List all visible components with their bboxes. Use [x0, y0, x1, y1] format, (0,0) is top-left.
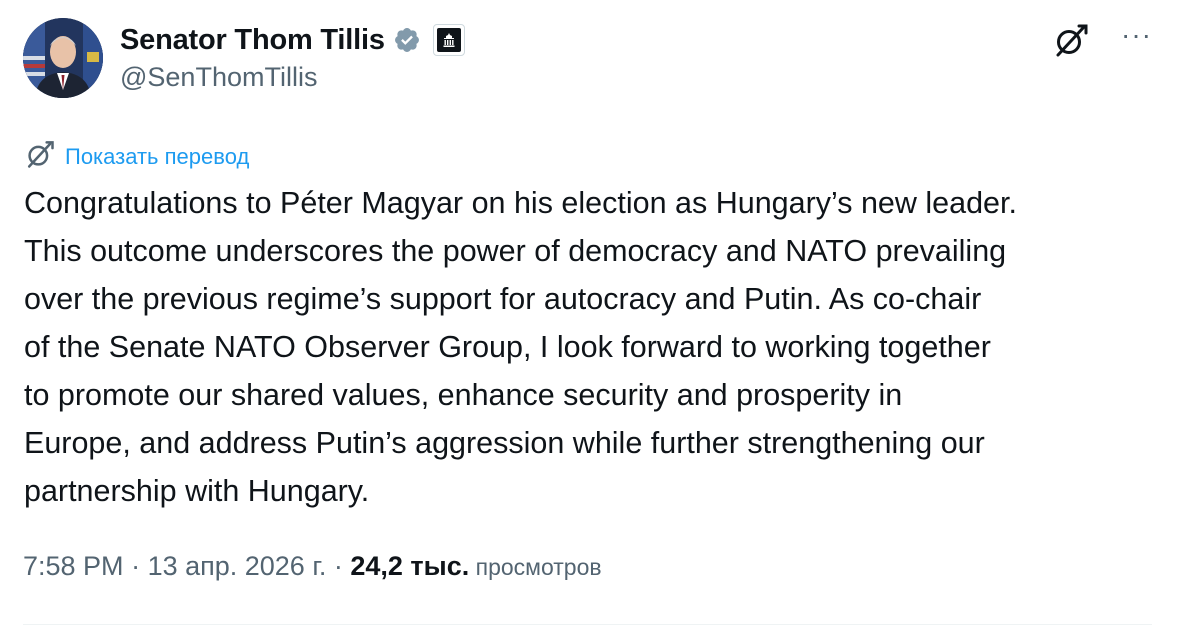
avatar[interactable]	[23, 18, 103, 98]
tweet-meta: 7:58 PM · 13 апр. 2026 г. · 24,2 тыс. пр…	[23, 551, 602, 582]
divider	[23, 624, 1152, 625]
tweet-top-actions: ···	[1051, 20, 1152, 60]
show-translation[interactable]: Показать перевод	[25, 139, 249, 174]
author-display-name[interactable]: Senator Thom Tillis	[120, 24, 385, 57]
tweet-text: Congratulations to Péter Magyar on his e…	[24, 186, 1017, 508]
author-handle[interactable]: @SenThomTillis	[120, 62, 317, 93]
grok-icon	[25, 139, 55, 174]
views-label: просмотров	[469, 554, 602, 580]
capitol-building-icon[interactable]	[432, 24, 465, 56]
meta-separator: ·	[326, 551, 351, 581]
author-name-row: Senator Thom Tillis	[120, 20, 465, 60]
avatar-image	[23, 18, 103, 98]
show-translation-link[interactable]: Показать перевод	[65, 144, 249, 170]
views-count[interactable]: 24,2 тыс.	[350, 551, 469, 582]
verified-badge-icon[interactable]	[393, 26, 421, 54]
more-options-button[interactable]: ···	[1121, 21, 1152, 49]
tweet-date[interactable]: 13 апр. 2026 г.	[148, 551, 327, 582]
meta-separator: ·	[123, 551, 148, 581]
tweet-time[interactable]: 7:58 PM	[23, 551, 124, 582]
grok-icon[interactable]	[1051, 20, 1091, 60]
